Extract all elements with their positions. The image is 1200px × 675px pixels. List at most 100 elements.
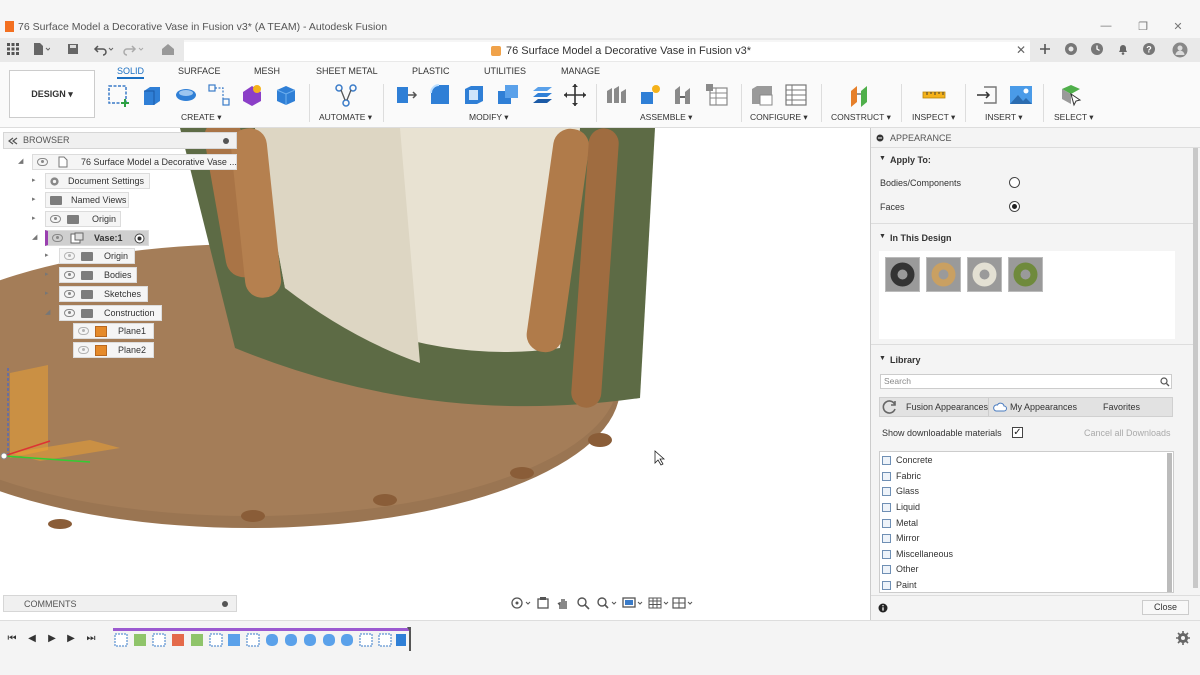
- configure-icon[interactable]: [750, 83, 774, 107]
- tab-sheet-metal[interactable]: SHEET METAL: [316, 66, 378, 76]
- grid-settings-icon[interactable]: [648, 596, 670, 610]
- tree-item-construction[interactable]: Construction: [59, 305, 162, 321]
- hidden-eye-icon[interactable]: [64, 252, 75, 260]
- list-scrollbar[interactable]: [1167, 453, 1172, 592]
- job-status-clock-icon[interactable]: [1090, 42, 1104, 56]
- automate-icon[interactable]: [334, 83, 358, 107]
- hidden-eye-icon[interactable]: [78, 346, 89, 354]
- minimize-button[interactable]: —: [1100, 20, 1112, 32]
- collapse-arrow-icon[interactable]: ◢: [45, 308, 50, 316]
- appearance-swatch[interactable]: [926, 257, 961, 292]
- tab-solid[interactable]: SOLID: [117, 66, 145, 79]
- maximize-button[interactable]: ❐: [1137, 20, 1149, 33]
- visibility-eye-icon[interactable]: [64, 290, 75, 298]
- form-icon[interactable]: [240, 83, 264, 107]
- section-collapse-arrow-icon[interactable]: ▼: [879, 355, 886, 362]
- configure-group-label[interactable]: CONFIGURE ▾: [750, 112, 808, 123]
- construct-group-label[interactable]: CONSTRUCT ▾: [831, 112, 891, 123]
- section-collapse-arrow-icon[interactable]: ▼: [879, 233, 886, 240]
- library-search-input[interactable]: Search: [880, 374, 1172, 389]
- vase-model-render[interactable]: [0, 128, 870, 620]
- revolve-icon[interactable]: [174, 83, 198, 107]
- visibility-eye-icon[interactable]: [52, 234, 63, 242]
- expand-arrow-icon[interactable]: ▸: [32, 176, 36, 184]
- expand-arrow-icon[interactable]: ▸: [45, 289, 49, 297]
- move-copy-icon[interactable]: [563, 83, 587, 107]
- measure-icon[interactable]: [922, 83, 946, 107]
- close-button[interactable]: Close: [1142, 600, 1189, 615]
- tree-item-bodies[interactable]: Bodies: [59, 267, 137, 283]
- panel-scrollbar[interactable]: [1193, 148, 1198, 588]
- expand-arrow-icon[interactable]: ▸: [32, 195, 36, 203]
- assemble-group-label[interactable]: ASSEMBLE ▾: [640, 112, 692, 123]
- new-component-icon[interactable]: [605, 83, 629, 107]
- tree-item-vase-component[interactable]: Vase:1: [45, 230, 149, 246]
- tree-item-named-views[interactable]: Named Views: [45, 192, 129, 208]
- step-forward-icon[interactable]: ▶: [65, 633, 77, 645]
- joint-icon[interactable]: [638, 83, 662, 107]
- collapse-panel-icon[interactable]: [8, 137, 18, 145]
- undo-icon[interactable]: [93, 42, 115, 56]
- play-icon[interactable]: ▶: [46, 633, 58, 645]
- visibility-eye-icon[interactable]: [50, 215, 61, 223]
- sweep-icon[interactable]: [207, 83, 231, 107]
- select-arrow-icon[interactable]: [1059, 83, 1083, 107]
- comments-panel-header[interactable]: COMMENTS: [3, 595, 237, 612]
- collapse-arrow-icon[interactable]: ◢: [32, 233, 37, 241]
- save-icon[interactable]: [66, 42, 80, 56]
- section-collapse-arrow-icon[interactable]: ▼: [879, 155, 886, 162]
- viewports-icon[interactable]: [672, 596, 694, 610]
- offset-plane-icon[interactable]: [848, 83, 872, 107]
- step-back-icon[interactable]: ◀: [26, 633, 38, 645]
- hidden-eye-icon[interactable]: [78, 327, 89, 335]
- go-to-end-icon[interactable]: ⏭: [85, 633, 97, 645]
- panel-collapse-icon[interactable]: [876, 134, 884, 142]
- insert-group-label[interactable]: INSERT ▾: [985, 112, 1023, 123]
- pin-icon[interactable]: [221, 600, 229, 608]
- tab-manage[interactable]: MANAGE: [561, 66, 600, 76]
- combine-icon[interactable]: [496, 83, 520, 107]
- close-window-button[interactable]: ✕: [1172, 20, 1184, 33]
- extrude-icon[interactable]: [140, 83, 164, 107]
- info-icon[interactable]: [878, 603, 888, 613]
- redo-icon[interactable]: [123, 42, 145, 56]
- user-avatar-icon[interactable]: [1172, 42, 1188, 58]
- help-icon[interactable]: ?: [1142, 42, 1156, 56]
- insert-derive-icon[interactable]: [976, 83, 1000, 107]
- create-sketch-icon[interactable]: [107, 83, 131, 107]
- insert-canvas-icon[interactable]: [1009, 83, 1033, 107]
- shell-icon[interactable]: [462, 83, 486, 107]
- home-icon[interactable]: [160, 42, 176, 56]
- tree-item-plane1[interactable]: Plane1: [73, 323, 154, 339]
- collapse-arrow-icon[interactable]: ◢: [18, 157, 23, 165]
- pin-icon[interactable]: [222, 137, 230, 145]
- cancel-all-downloads-link[interactable]: Cancel all Downloads: [1084, 428, 1171, 438]
- browser-panel-header[interactable]: BROWSER: [3, 132, 237, 149]
- box-primitive-icon[interactable]: [274, 83, 298, 107]
- visibility-eye-icon[interactable]: [64, 309, 75, 317]
- tab-utilities[interactable]: UTILITIES: [484, 66, 526, 76]
- tree-item-sketches[interactable]: Sketches: [59, 286, 148, 302]
- visibility-eye-icon[interactable]: [64, 271, 75, 279]
- visibility-eye-icon[interactable]: [37, 158, 48, 166]
- tab-favorites[interactable]: Favorites: [1103, 402, 1140, 412]
- timeline-settings-gear-icon[interactable]: [1176, 631, 1190, 645]
- bodies-components-radio[interactable]: [1009, 177, 1020, 188]
- document-tab-close-icon[interactable]: ✕: [1016, 43, 1026, 57]
- activate-radio-icon[interactable]: [134, 233, 145, 244]
- tree-item-root[interactable]: 76 Surface Model a Decorative Vase ...: [32, 154, 237, 170]
- appearance-swatch[interactable]: [967, 257, 1002, 292]
- appearance-swatch[interactable]: [885, 257, 920, 292]
- expand-arrow-icon[interactable]: ▸: [32, 214, 36, 222]
- offset-face-icon[interactable]: [530, 83, 554, 107]
- tab-surface[interactable]: SURFACE: [178, 66, 221, 76]
- zoom-icon[interactable]: [576, 596, 590, 610]
- appearance-swatch[interactable]: [1008, 257, 1043, 292]
- 3d-viewport-canvas[interactable]: [0, 128, 870, 620]
- look-at-icon[interactable]: [536, 596, 550, 610]
- notifications-bell-icon[interactable]: [1116, 42, 1130, 56]
- pan-hand-icon[interactable]: [556, 596, 570, 610]
- tree-item-vase-origin[interactable]: Origin: [59, 248, 135, 264]
- bill-of-materials-icon[interactable]: [705, 83, 729, 107]
- expand-arrow-icon[interactable]: ▸: [45, 251, 49, 259]
